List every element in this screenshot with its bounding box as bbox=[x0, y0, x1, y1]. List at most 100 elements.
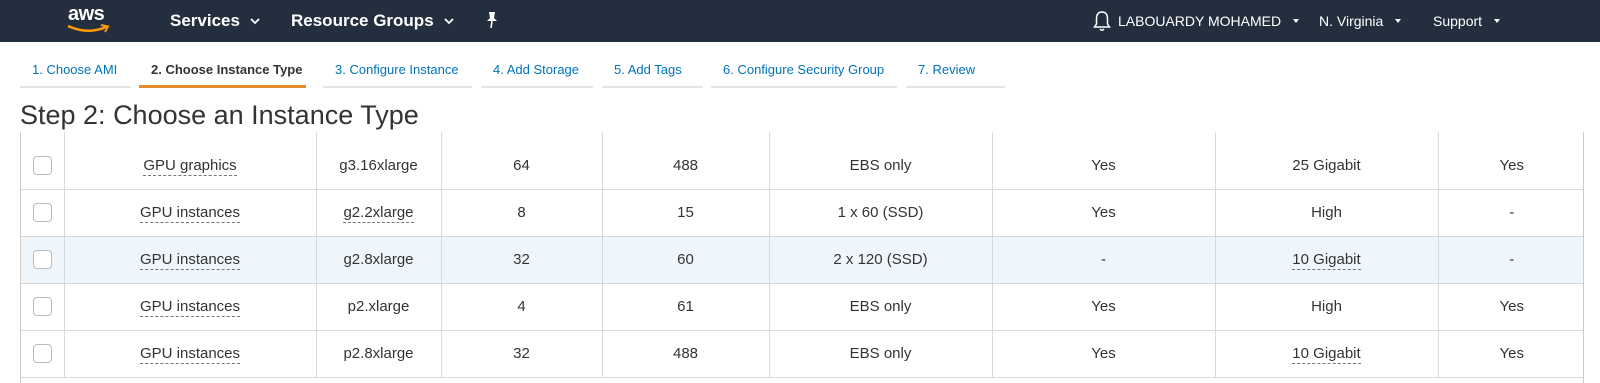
vcpus-cell: 32 bbox=[441, 236, 603, 284]
row-select-checkbox[interactable] bbox=[32, 203, 52, 222]
ipv6-support-cell-text: Yes bbox=[1499, 298, 1524, 315]
ebs-optimized-cell-text: Yes bbox=[1091, 298, 1116, 315]
instance-storage-cell-text: EBS only bbox=[849, 156, 912, 174]
row-select-checkbox[interactable] bbox=[32, 250, 52, 269]
tab-choose-instance-type[interactable]: 2. Choose Instance Type bbox=[139, 58, 306, 88]
table-row[interactable]: GPU instances p2.8xlarge 32 488 EBS only Yes 1… bbox=[21, 330, 1583, 378]
tab-label: 4. Add Storage bbox=[493, 62, 580, 77]
instance-family-cell-text[interactable]: GPU instances bbox=[139, 345, 241, 364]
tab-choose-ami[interactable]: 1. Choose AMI bbox=[20, 58, 131, 88]
instance-storage-cell: EBS only bbox=[769, 142, 993, 190]
instance-family-cell: GPU graphics bbox=[64, 142, 317, 190]
table-row[interactable]: GPU graphics g3.16xlarge 64 488 EBS only Yes 2… bbox=[21, 142, 1583, 190]
resource-groups-label: Resource Groups bbox=[291, 11, 434, 30]
tab-label: 3. Configure Instance bbox=[335, 62, 459, 77]
region-menu[interactable]: N. Virginia bbox=[1319, 0, 1403, 42]
ipv6-support-cell-text: Yes bbox=[1499, 345, 1524, 362]
network-performance-cell: High bbox=[1215, 189, 1439, 237]
ebs-optimized-cell-text: - bbox=[1101, 251, 1106, 268]
ebs-optimized-cell-text: Yes bbox=[1091, 156, 1116, 174]
network-performance-cell-text[interactable]: 10 Gigabit bbox=[1292, 251, 1361, 270]
network-performance-cell: 10 Gigabit bbox=[1215, 236, 1439, 284]
ebs-optimized-cell: Yes bbox=[992, 283, 1216, 331]
row-select-checkbox[interactable] bbox=[32, 297, 52, 316]
ipv6-support-cell: Yes bbox=[1438, 283, 1583, 331]
ebs-optimized-cell: - bbox=[992, 236, 1216, 284]
vcpus-cell: 64 bbox=[441, 142, 603, 190]
resource-groups-menu[interactable]: Resource Groups bbox=[291, 0, 454, 42]
vcpus-cell-text: 32 bbox=[513, 345, 530, 362]
ipv6-support-cell: Yes bbox=[1438, 330, 1583, 378]
instance-type-table: GPU graphics g3.16xlarge 64 488 EBS only Yes 2… bbox=[20, 132, 1584, 383]
row-select-cell bbox=[21, 189, 65, 237]
network-performance-cell-text: 25 Gigabit bbox=[1292, 156, 1361, 174]
aws-smile-icon bbox=[67, 24, 110, 33]
caret-down-icon bbox=[250, 18, 260, 25]
user-name-label: LABOUARDY MOHAMED bbox=[1118, 13, 1282, 29]
instance-family-cell: GPU instances bbox=[64, 330, 317, 378]
memory-cell-text: 15 bbox=[677, 204, 694, 221]
instance-family-cell-text[interactable]: GPU graphics bbox=[143, 156, 237, 176]
table-row[interactable]: GPU instances p2.xlarge 4 61 EBS only Yes High… bbox=[21, 283, 1583, 331]
network-performance-cell-text[interactable]: 10 Gigabit bbox=[1292, 345, 1361, 364]
support-menu[interactable]: Support bbox=[1433, 0, 1502, 42]
memory-cell-text: 488 bbox=[672, 345, 699, 362]
ipv6-support-cell: - bbox=[1438, 189, 1583, 237]
instance-type-cell: p2.xlarge bbox=[316, 283, 442, 331]
tab-configure-security-group[interactable]: 6. Configure Security Group bbox=[711, 58, 897, 88]
ipv6-support-cell-text: Yes bbox=[1499, 156, 1524, 174]
instance-type-cell-text: g2.8xlarge bbox=[343, 251, 414, 268]
table-row[interactable]: GPU instances g2.8xlarge 32 60 2 x 120 (SSD)… bbox=[21, 236, 1583, 284]
region-label: N. Virginia bbox=[1319, 13, 1384, 29]
ebs-optimized-cell: Yes bbox=[992, 142, 1216, 190]
page-title: Step 2: Choose an Instance Type bbox=[20, 100, 419, 130]
memory-cell: 61 bbox=[602, 283, 770, 331]
pin-icon[interactable] bbox=[484, 11, 500, 29]
memory-cell: 15 bbox=[602, 189, 770, 237]
ebs-optimized-cell: Yes bbox=[992, 330, 1216, 378]
memory-cell-text: 488 bbox=[672, 156, 699, 174]
caret-down-icon bbox=[1395, 19, 1402, 23]
instance-storage-cell-text: 2 x 120 (SSD) bbox=[833, 251, 928, 268]
aws-logo[interactable]: aws bbox=[66, 3, 114, 36]
tab-review[interactable]: 7. Review bbox=[906, 58, 1005, 88]
instance-storage-cell-text: EBS only bbox=[849, 298, 912, 315]
instance-family-cell: GPU instances bbox=[64, 189, 317, 237]
network-performance-cell-text: High bbox=[1311, 204, 1342, 221]
vcpus-cell-text: 32 bbox=[513, 251, 530, 268]
instance-family-cell-text[interactable]: GPU instances bbox=[139, 298, 241, 317]
aws-logo-text: aws bbox=[68, 3, 105, 25]
row-select-cell bbox=[21, 330, 65, 378]
instance-family-cell: GPU instances bbox=[64, 283, 317, 331]
row-select-checkbox[interactable] bbox=[32, 344, 52, 363]
ipv6-support-cell: - bbox=[1438, 236, 1583, 284]
instance-type-cell-text: p2.xlarge bbox=[347, 298, 410, 315]
instance-type-cell-text[interactable]: g2.2xlarge bbox=[343, 204, 414, 223]
tab-configure-instance[interactable]: 3. Configure Instance bbox=[323, 58, 472, 88]
instance-type-cell-text: p2.8xlarge bbox=[343, 345, 414, 362]
tab-label: 2. Choose Instance Type bbox=[151, 62, 303, 77]
instance-storage-cell: 1 x 60 (SSD) bbox=[769, 189, 993, 237]
network-performance-cell: High bbox=[1215, 283, 1439, 331]
vcpus-cell-text: 4 bbox=[517, 298, 526, 315]
vcpus-cell: 32 bbox=[441, 330, 603, 378]
instance-type-cell: g2.8xlarge bbox=[316, 236, 442, 284]
table-row[interactable]: GPU instances g2.2xlarge 8 15 1 x 60 (SSD) Ye… bbox=[21, 189, 1583, 237]
services-menu[interactable]: Services bbox=[170, 0, 260, 42]
account-menu[interactable]: LABOUARDY MOHAMED bbox=[1118, 0, 1301, 42]
vcpus-cell-text: 8 bbox=[517, 204, 526, 221]
top-nav-bar: aws Services Resource Groups LABOUARDY M… bbox=[0, 0, 1600, 42]
instance-type-cell: g3.16xlarge bbox=[316, 142, 442, 190]
row-select-cell bbox=[21, 283, 65, 331]
instance-family-cell-text[interactable]: GPU instances bbox=[139, 204, 241, 223]
tab-add-tags[interactable]: 5. Add Tags bbox=[602, 58, 703, 88]
tab-add-storage[interactable]: 4. Add Storage bbox=[481, 58, 593, 88]
instance-type-cell: g2.2xlarge bbox=[316, 189, 442, 237]
tab-label: 7. Review bbox=[918, 62, 976, 77]
ipv6-support-cell: Yes bbox=[1438, 142, 1583, 190]
row-select-cell bbox=[21, 236, 65, 284]
instance-family-cell-text[interactable]: GPU instances bbox=[139, 251, 241, 270]
bell-icon[interactable] bbox=[1092, 10, 1112, 32]
memory-cell: 488 bbox=[602, 330, 770, 378]
row-select-checkbox[interactable] bbox=[32, 155, 52, 175]
